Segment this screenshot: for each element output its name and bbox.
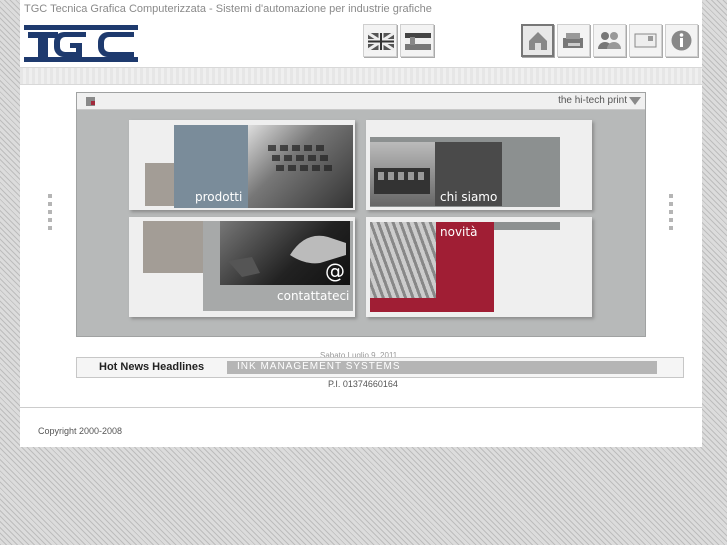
at-symbol: @ — [325, 259, 345, 283]
main-panel: the hi-tech print prodotti chi siamo @ c… — [76, 92, 646, 337]
news-bar: Hot News Headlines INK MANAGEMENT SYSTEM… — [76, 357, 684, 378]
mail-icon — [634, 33, 657, 48]
dropdown-arrow-icon[interactable] — [629, 97, 641, 105]
people-icon — [598, 32, 621, 49]
home-button[interactable] — [521, 24, 554, 57]
tile-contattateci-label: contattateci — [277, 289, 350, 303]
copyright: Copyright 2000-2008 — [38, 426, 123, 436]
italian-flag-icon — [405, 33, 431, 50]
people-button[interactable] — [593, 24, 626, 57]
news-label: Hot News Headlines — [99, 361, 205, 373]
english-flag-icon — [367, 31, 395, 52]
tgc-logo[interactable] — [24, 23, 138, 63]
building-photo — [370, 142, 435, 206]
home-icon — [529, 32, 547, 50]
products-icon — [563, 33, 583, 48]
news-ticker-text: INK MANAGEMENT SYSTEMS — [237, 361, 401, 372]
scroll-right-handle[interactable] — [669, 194, 673, 234]
tile-prodotti-label: prodotti — [195, 190, 243, 204]
page-container: TGC Tecnica Grafica Computerizzata - Sis… — [20, 0, 702, 447]
tile-contattateci[interactable]: @ contattateci — [129, 217, 355, 317]
info-icon — [671, 30, 692, 51]
news-ticker[interactable]: INK MANAGEMENT SYSTEMS — [227, 361, 657, 374]
panel-corner-icon — [86, 97, 95, 106]
mail-button[interactable] — [629, 24, 662, 57]
tile-chi-siamo[interactable]: chi siamo — [366, 120, 592, 210]
panel-slogan: the hi-tech print — [558, 95, 627, 106]
tile-prodotti[interactable]: prodotti — [129, 120, 355, 210]
tile-novita[interactable]: novità — [366, 217, 592, 317]
products-button[interactable] — [557, 24, 590, 57]
site-tagline: TGC Tecnica Grafica Computerizzata - Sis… — [24, 3, 432, 15]
scroll-left-handle[interactable] — [48, 194, 52, 234]
keyboard-photo — [248, 125, 353, 208]
header-divider-stripe — [20, 67, 702, 85]
english-flag-button[interactable] — [363, 24, 397, 57]
vat-number: P.I. 01374660164 — [328, 379, 398, 389]
newspaper-photo — [370, 222, 436, 298]
italian-flag-button[interactable] — [400, 24, 434, 57]
tile-chi-siamo-label: chi siamo — [440, 190, 498, 204]
footer-divider — [20, 407, 702, 408]
tile-novita-label: novità — [440, 225, 478, 239]
panel-title-bar: the hi-tech print — [77, 93, 645, 110]
info-button[interactable] — [665, 24, 698, 57]
